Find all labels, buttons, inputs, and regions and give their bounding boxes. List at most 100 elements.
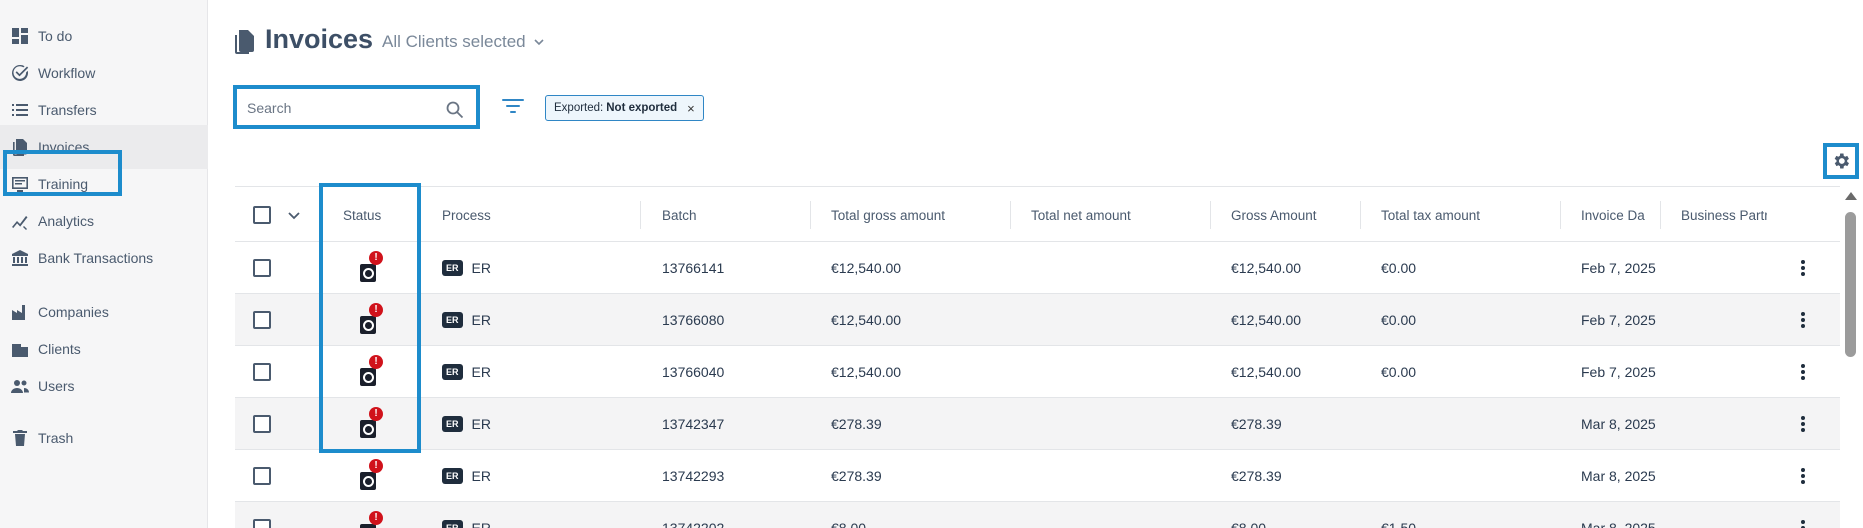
filter-chip-key: Exported: — [554, 102, 604, 114]
document-search-icon[interactable]: ! — [357, 459, 383, 490]
scroll-thumb[interactable] — [1845, 212, 1856, 357]
batch-cell: 13742347 — [662, 416, 725, 432]
trash-icon — [11, 429, 29, 447]
table-row[interactable]: ! ER ER 13766080 €12,540.00 €12,540.00 €0.00 Fe… — [235, 294, 1840, 346]
alert-icon: ! — [369, 303, 383, 317]
search-input[interactable] — [247, 97, 437, 119]
column-header-total-net-amount[interactable]: Total net amount — [1031, 187, 1131, 243]
row-checkbox-cell — [253, 346, 271, 398]
table-row[interactable]: ! ER ER 13742202 €8.00 €8.00 €1.50 Mar 8, 2025 — [235, 502, 1840, 528]
users-icon — [11, 377, 29, 395]
filter-icon[interactable] — [502, 97, 524, 115]
row-actions-cell — [1793, 294, 1813, 346]
gross-amount-cell: €278.39 — [1231, 468, 1282, 484]
total-gross-cell: €8.00 — [831, 520, 867, 528]
status-cell: ! — [357, 502, 383, 528]
more-vertical-icon[interactable] — [1793, 518, 1813, 528]
list-icon — [11, 101, 29, 119]
column-separator[interactable] — [320, 201, 321, 229]
total-tax-cell: €0.00 — [1381, 312, 1417, 328]
column-separator[interactable] — [810, 201, 811, 229]
more-vertical-icon[interactable] — [1793, 310, 1813, 330]
total-gross-cell: €278.39 — [831, 468, 882, 484]
row-checkbox-cell — [253, 294, 271, 346]
scroll-up-arrow-icon[interactable] — [1845, 192, 1857, 200]
document-search-icon[interactable]: ! — [357, 251, 383, 282]
select-menu-chevron[interactable] — [287, 187, 301, 243]
process-badge: ER — [442, 312, 463, 328]
more-vertical-icon[interactable] — [1793, 258, 1813, 278]
bank-icon — [11, 249, 29, 267]
document-search-icon[interactable]: ! — [357, 407, 383, 438]
table-row[interactable]: ! ER ER 13742347 €278.39 €278.39 Mar 8, 2025 — [235, 398, 1840, 450]
status-cell: ! — [357, 294, 383, 346]
sidebar-item-label: To do — [38, 28, 73, 44]
table-row[interactable]: ! ER ER 13742293 €278.39 €278.39 Mar 8, 2025 — [235, 450, 1840, 502]
alert-icon: ! — [369, 459, 383, 473]
document-search-icon[interactable]: ! — [357, 355, 383, 386]
row-checkbox[interactable] — [253, 311, 271, 329]
table-row[interactable]: ! ER ER 13766040 €12,540.00 €12,540.00 €0.00 Fe… — [235, 346, 1840, 398]
row-checkbox[interactable] — [253, 363, 271, 381]
column-header-invoice-da[interactable]: Invoice Da — [1581, 187, 1645, 243]
sidebar-item-label: Workflow — [38, 65, 96, 81]
training-icon — [11, 175, 29, 193]
column-header-total-gross-amount[interactable]: Total gross amount — [831, 187, 945, 243]
row-checkbox[interactable] — [253, 259, 271, 277]
total-gross-cell: €12,540.00 — [831, 364, 902, 380]
row-checkbox[interactable] — [253, 519, 271, 528]
column-separator[interactable] — [1560, 201, 1561, 229]
row-checkbox[interactable] — [253, 415, 271, 433]
row-checkbox-cell — [253, 398, 271, 450]
invoice-date-cell: Mar 8, 2025 — [1581, 520, 1656, 528]
select-all-checkbox[interactable] — [253, 206, 271, 224]
sidebar-item-label: Companies — [38, 304, 109, 320]
column-header-process[interactable]: Process — [442, 187, 491, 243]
chevron-down-icon — [534, 39, 544, 46]
status-cell: ! — [357, 346, 383, 398]
process-label: ER — [471, 416, 491, 432]
close-icon[interactable]: × — [687, 101, 695, 116]
sidebar-item-trash[interactable]: Trash — [0, 416, 208, 460]
document-search-icon[interactable]: ! — [357, 511, 383, 528]
more-vertical-icon[interactable] — [1793, 362, 1813, 382]
column-separator[interactable] — [1210, 201, 1211, 229]
row-checkbox[interactable] — [253, 467, 271, 485]
sidebar-item-label: Invoices — [38, 139, 90, 155]
batch-cell: 13742293 — [662, 468, 725, 484]
gross-amount-cell: €12,540.00 — [1231, 364, 1302, 380]
column-header-total-tax-amount[interactable]: Total tax amount — [1381, 187, 1480, 243]
alert-icon: ! — [369, 407, 383, 421]
more-vertical-icon[interactable] — [1793, 466, 1813, 486]
process-badge: ER — [442, 520, 463, 528]
column-separator[interactable] — [1360, 201, 1361, 229]
column-separator[interactable] — [1660, 201, 1661, 229]
process-cell: ER ER — [442, 398, 491, 450]
table-row[interactable]: ! ER ER 13766141 €12,540.00 €12,540.00 €0.00 Fe… — [235, 242, 1840, 294]
total-gross-cell: €12,540.00 — [831, 260, 902, 276]
status-cell: ! — [357, 242, 383, 294]
chevron-down-icon — [288, 212, 300, 220]
column-header-batch[interactable]: Batch — [662, 187, 697, 243]
sidebar-item-users[interactable]: Users — [0, 364, 208, 408]
document-search-icon[interactable]: ! — [357, 303, 383, 334]
documents-icon — [234, 30, 256, 56]
process-cell: ER ER — [442, 294, 491, 346]
process-label: ER — [471, 260, 491, 276]
filter-chip-exported: Exported: Not exported × — [545, 95, 704, 121]
column-separator[interactable] — [1010, 201, 1011, 229]
column-header-gross-amount[interactable]: Gross Amount — [1231, 187, 1317, 243]
client-select-dropdown[interactable]: All Clients selected — [382, 32, 545, 52]
column-header-business-partn[interactable]: Business Partn — [1681, 187, 1767, 243]
table-settings-button[interactable] — [1823, 143, 1859, 179]
column-header-status[interactable]: Status — [343, 187, 381, 243]
process-badge: ER — [442, 468, 463, 484]
sidebar-item-bank-transactions[interactable]: Bank Transactions — [0, 236, 208, 280]
scrollbar[interactable] — [1843, 192, 1857, 528]
process-label: ER — [471, 520, 491, 528]
column-separator[interactable] — [640, 201, 641, 229]
search-icon[interactable] — [446, 101, 464, 119]
column-separator[interactable] — [420, 201, 421, 229]
row-checkbox-cell — [253, 502, 271, 528]
more-vertical-icon[interactable] — [1793, 414, 1813, 434]
